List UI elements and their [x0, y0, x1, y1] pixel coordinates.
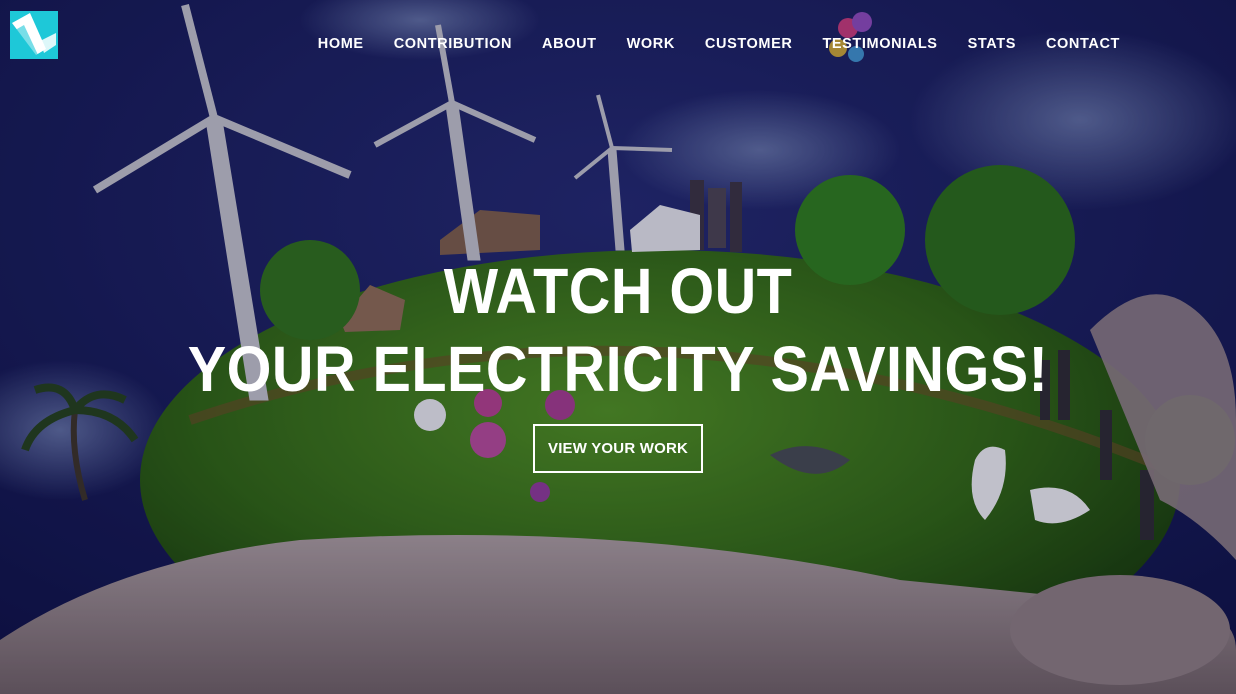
- hero-section: HOME CONTRIBUTION ABOUT WORK CUSTOMER TE…: [0, 0, 1236, 694]
- nav-link-stats[interactable]: STATS: [968, 36, 1016, 52]
- hero-headline-line-1: WATCH OUT: [443, 255, 793, 327]
- nav-link-about[interactable]: ABOUT: [542, 36, 597, 52]
- nav-link-home[interactable]: HOME: [318, 36, 364, 52]
- nav-link-testimonials[interactable]: TESTIMONIALS: [822, 36, 937, 52]
- main-nav: HOME CONTRIBUTION ABOUT WORK CUSTOMER TE…: [318, 36, 1120, 52]
- logo-icon[interactable]: [10, 11, 58, 59]
- hero-headline-line-2: YOUR ELECTRICITY SAVINGS!: [187, 333, 1049, 405]
- nav-link-contribution[interactable]: CONTRIBUTION: [394, 36, 512, 52]
- nav-link-contact[interactable]: CONTACT: [1046, 36, 1120, 52]
- nav-link-customer[interactable]: CUSTOMER: [705, 36, 793, 52]
- top-navigation-bar: HOME CONTRIBUTION ABOUT WORK CUSTOMER TE…: [0, 0, 1236, 92]
- view-your-work-button[interactable]: VIEW YOUR WORK: [533, 424, 703, 473]
- hero-headline: WATCH OUT YOUR ELECTRICITY SAVINGS!: [0, 252, 1236, 408]
- nav-link-work[interactable]: WORK: [627, 36, 675, 52]
